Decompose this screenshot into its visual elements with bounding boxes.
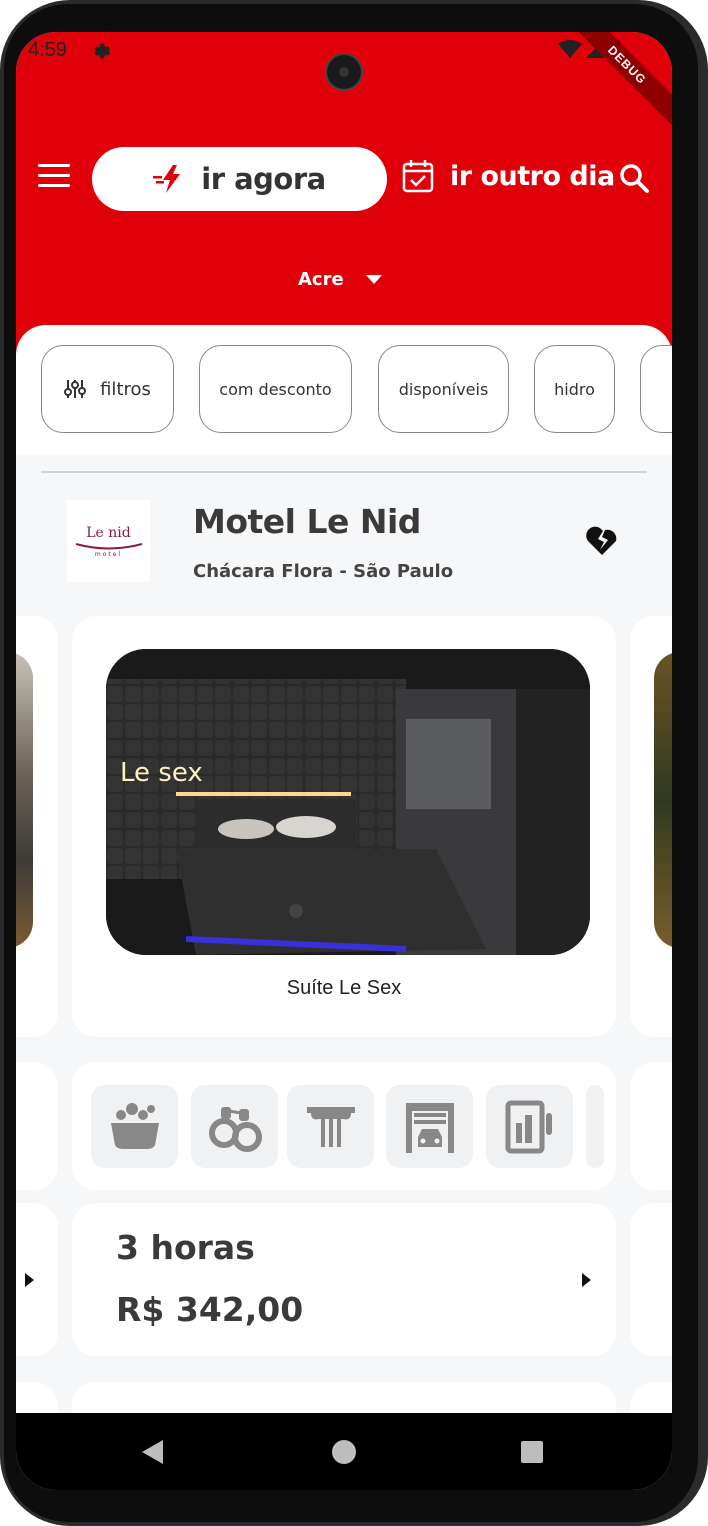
- discount-chip[interactable]: com desconto: [199, 345, 352, 433]
- suite-name[interactable]: Suíte Le Sex: [72, 977, 616, 1000]
- arrow-right-icon[interactable]: [25, 1273, 34, 1287]
- back-icon[interactable]: [142, 1440, 163, 1464]
- logo-sub: motel: [94, 550, 123, 558]
- discount-chip-label: com desconto: [219, 379, 332, 399]
- handcuffs-icon: [208, 1106, 262, 1152]
- arrow-right-icon[interactable]: [582, 1273, 591, 1287]
- minibar-icon: [505, 1100, 552, 1153]
- amenity-tile: [386, 1085, 473, 1168]
- prev-price-card[interactable]: [16, 1203, 58, 1356]
- amenity-tile: [191, 1085, 278, 1168]
- divider: [41, 471, 647, 473]
- amenity-tile-partial: [586, 1085, 604, 1168]
- bathtub-icon: [110, 1102, 159, 1149]
- filters-chip-label: filtros: [100, 378, 151, 400]
- broken-heart-icon[interactable]: [584, 523, 620, 557]
- next-suite-photo: [654, 652, 672, 948]
- wifi-icon: [558, 40, 582, 58]
- android-nav-bar: [16, 1413, 672, 1490]
- pillar-icon: [306, 1106, 355, 1147]
- sliders-icon: [64, 380, 87, 398]
- prev-amenities-card: [16, 1062, 58, 1190]
- go-now-button[interactable]: ir agora: [92, 147, 387, 211]
- menu-icon[interactable]: [38, 164, 70, 192]
- motel-location: Chácara Flora - São Paulo: [193, 561, 454, 582]
- search-icon[interactable]: [618, 162, 650, 194]
- amenity-tile: [287, 1085, 374, 1168]
- neon-sign: Le sex: [120, 758, 203, 788]
- suite-photo[interactable]: Le sex: [106, 649, 590, 955]
- recent-apps-icon[interactable]: [521, 1441, 543, 1463]
- chevron-down-icon: [365, 275, 382, 284]
- state-dropdown[interactable]: Acre: [298, 269, 382, 290]
- motel-name[interactable]: Motel Le Nid: [193, 502, 421, 541]
- app-screen: 4:59 DEBUG ir agora ir outro dia Acre fi…: [16, 32, 672, 1490]
- home-icon[interactable]: [332, 1440, 356, 1464]
- logo-swoosh: [75, 542, 142, 549]
- hydro-chip-label: hidro: [554, 379, 595, 399]
- calendar-check-icon: [402, 160, 434, 193]
- other-day-label: ir outro dia: [450, 160, 615, 192]
- amenity-tile: [91, 1085, 178, 1168]
- state-label: Acre: [298, 269, 344, 290]
- garage-icon: [405, 1102, 454, 1153]
- filters-chip[interactable]: filtros: [41, 345, 174, 433]
- suite-photo-image: Le sex: [106, 649, 590, 955]
- hydro-chip[interactable]: hidro: [534, 345, 615, 433]
- status-time: 4:59: [28, 39, 67, 61]
- next-amenities-card: [630, 1062, 672, 1190]
- next-price-card[interactable]: [630, 1203, 672, 1356]
- other-day-button[interactable]: ir outro dia: [402, 159, 615, 193]
- price-duration: 3 horas: [116, 1228, 255, 1267]
- app-header: 4:59 DEBUG ir agora ir outro dia Acre: [16, 32, 672, 362]
- more-chip[interactable]: [640, 345, 672, 433]
- settings-gear-icon: [94, 43, 111, 59]
- amenity-tile: [486, 1085, 573, 1168]
- go-now-label: ir agora: [201, 162, 326, 196]
- price-value: R$ 342,00: [116, 1290, 304, 1329]
- available-chip[interactable]: disponíveis: [378, 345, 509, 433]
- motel-logo[interactable]: Le nid motel: [67, 500, 150, 582]
- logo-text: Le nid: [86, 524, 131, 541]
- prev-suite-photo: [16, 652, 33, 948]
- lightning-icon: [153, 165, 181, 193]
- price-card[interactable]: [72, 1203, 616, 1356]
- front-camera: [325, 53, 363, 91]
- available-chip-label: disponíveis: [398, 379, 489, 399]
- filter-bar: filtros com desconto disponíveis hidro: [16, 325, 672, 455]
